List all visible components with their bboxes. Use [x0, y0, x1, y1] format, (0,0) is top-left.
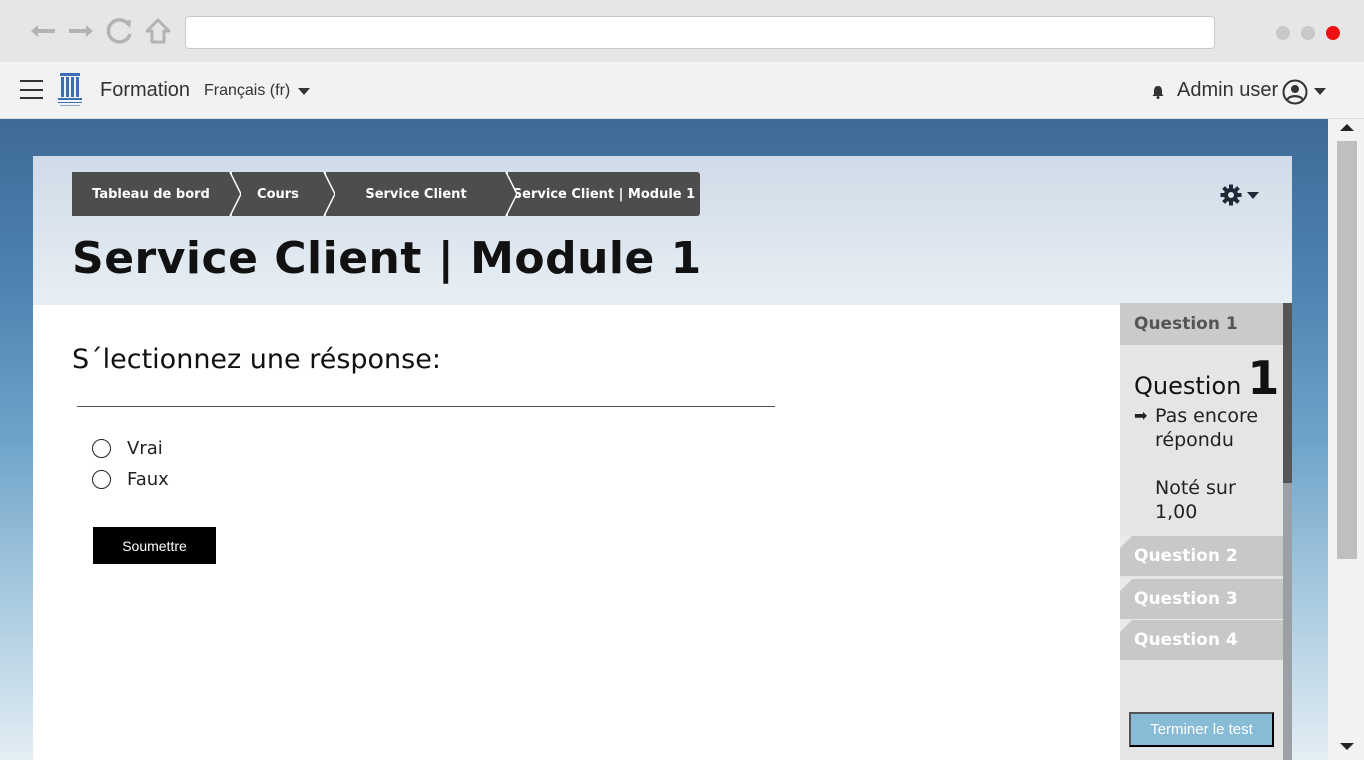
chevron-down-icon[interactable]	[1314, 88, 1326, 95]
panel-scrollbar-thumb[interactable]	[1283, 303, 1292, 483]
address-bar[interactable]	[185, 16, 1215, 49]
breadcrumb-separator-icon	[313, 172, 335, 216]
home-icon[interactable]	[142, 16, 174, 46]
breadcrumb-separator-icon	[219, 172, 241, 216]
user-menu-name[interactable]: Admin user	[1177, 79, 1278, 102]
window-dot-icon[interactable]	[1301, 26, 1315, 40]
scroll-down-icon[interactable]	[1340, 743, 1354, 750]
forward-arrow-icon[interactable]	[66, 16, 96, 46]
answer-option[interactable]: Vrai	[92, 438, 163, 459]
chevron-down-icon	[298, 87, 311, 95]
top-navbar: Formation Français (fr) Admin user	[0, 62, 1364, 119]
answer-option-label: Faux	[127, 469, 169, 490]
page-title: Service Client | Module 1	[72, 233, 702, 284]
breadcrumb-item[interactable]: Tableau de bord	[72, 172, 241, 216]
breadcrumb-label: Cours	[257, 186, 299, 202]
answer-option-label: Vrai	[127, 438, 163, 459]
question-mark: Noté sur 1,00	[1155, 477, 1236, 523]
reload-icon[interactable]	[104, 16, 136, 46]
question-state: ➡ Pas encore répondu	[1134, 404, 1274, 452]
browser-toolbar	[0, 0, 1364, 62]
question-2-tab[interactable]: Question 2	[1120, 536, 1283, 576]
radio-button[interactable]	[92, 470, 111, 489]
question-4-tab[interactable]: Question 4	[1120, 620, 1283, 660]
breadcrumb-item[interactable]: Service Client	[326, 172, 517, 216]
menu-icon[interactable]	[20, 80, 43, 99]
scroll-up-icon[interactable]	[1340, 124, 1354, 131]
breadcrumb-separator-icon	[495, 172, 517, 216]
back-arrow-icon[interactable]	[28, 16, 58, 46]
avatar-icon[interactable]	[1282, 79, 1308, 105]
breadcrumb-label: Tableau de bord	[92, 186, 210, 202]
site-name[interactable]: Formation	[100, 79, 190, 102]
question-number: 1	[1247, 351, 1280, 405]
answer-option[interactable]: Faux	[92, 469, 169, 490]
finish-test-button[interactable]: Terminer le test	[1129, 712, 1274, 747]
question-state-text: Pas encore répondu	[1155, 405, 1259, 451]
breadcrumb-label: Service Client | Module 1	[512, 186, 696, 202]
scrollbar-thumb[interactable]	[1337, 141, 1357, 559]
question-3-tab[interactable]: Question 3	[1120, 579, 1283, 619]
site-logo[interactable]	[54, 71, 86, 109]
arrow-right-icon: ➡	[1134, 406, 1148, 425]
question-info-label: Question	[1134, 372, 1242, 400]
breadcrumb: Tableau de bord Cours Service Client Ser…	[72, 172, 702, 216]
question-1-tab[interactable]: Question 1	[1120, 303, 1283, 345]
chevron-down-icon	[1247, 191, 1259, 199]
radio-button[interactable]	[92, 439, 111, 458]
gear-icon	[1220, 184, 1242, 206]
settings-menu[interactable]	[1220, 183, 1262, 207]
question-prompt: S´lectionnez une résponse:	[72, 344, 441, 375]
breadcrumb-item[interactable]: Cours	[232, 172, 335, 216]
language-label: Français (fr)	[204, 82, 291, 99]
window-dot-icon[interactable]	[1276, 26, 1290, 40]
submit-button[interactable]: Soumettre	[93, 527, 216, 564]
window-close-dot-icon[interactable]	[1326, 26, 1340, 40]
bell-icon[interactable]	[1150, 84, 1166, 100]
divider	[77, 406, 775, 407]
language-selector[interactable]: Français (fr)	[204, 82, 311, 100]
breadcrumb-item-current[interactable]: Service Client | Module 1	[508, 172, 700, 216]
breadcrumb-label: Service Client	[365, 186, 467, 202]
question-info: Question 1	[1134, 351, 1280, 405]
